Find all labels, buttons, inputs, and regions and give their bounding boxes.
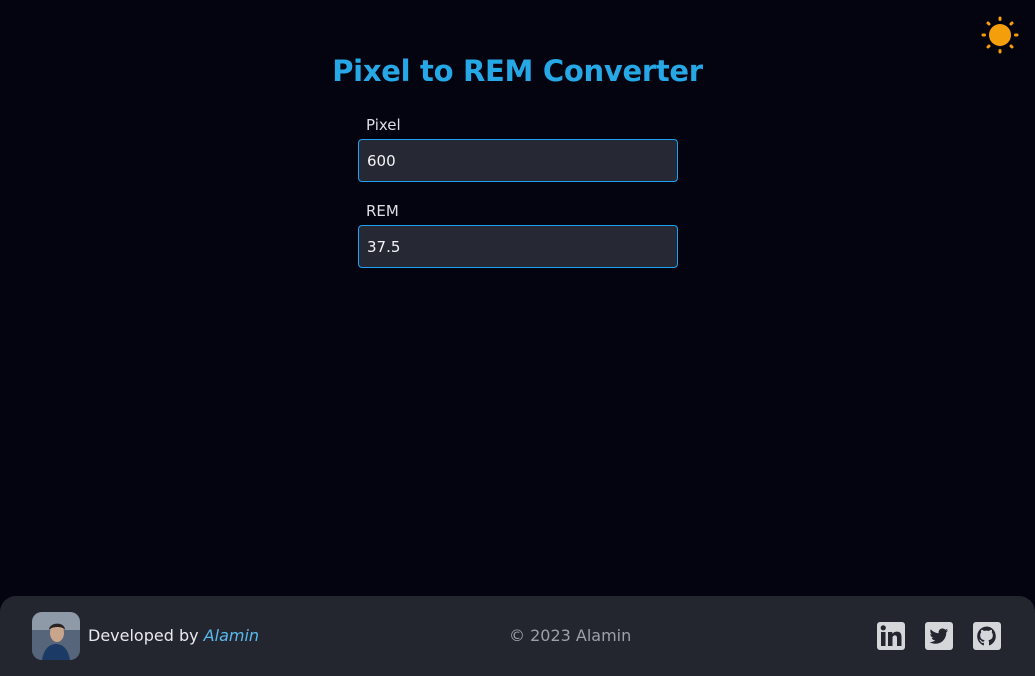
avatar (32, 612, 80, 660)
rem-input[interactable] (358, 225, 678, 268)
theme-toggle-button[interactable] (981, 16, 1019, 54)
footer: Developed by Alamin © 2023 Alamin (0, 596, 1035, 676)
twitter-icon (925, 622, 953, 650)
linkedin-icon (877, 622, 905, 650)
rem-label: REM (366, 202, 399, 220)
developed-by-text: Developed by (88, 626, 199, 645)
pixel-input[interactable] (358, 139, 678, 182)
copyright-text: © 2023 Alamin (509, 626, 632, 645)
page-title: Pixel to REM Converter (332, 54, 703, 88)
developer-credit: Developed by Alamin (88, 626, 259, 645)
pixel-label: Pixel (366, 116, 401, 134)
github-link[interactable] (972, 621, 1002, 651)
twitter-link[interactable] (924, 621, 954, 651)
github-icon (973, 622, 1001, 650)
sun-icon (981, 16, 1019, 54)
page: Pixel to REM Converter Pixel REM Develop… (0, 0, 1035, 676)
developer-name-link[interactable]: Alamin (204, 626, 259, 645)
linkedin-link[interactable] (876, 621, 906, 651)
